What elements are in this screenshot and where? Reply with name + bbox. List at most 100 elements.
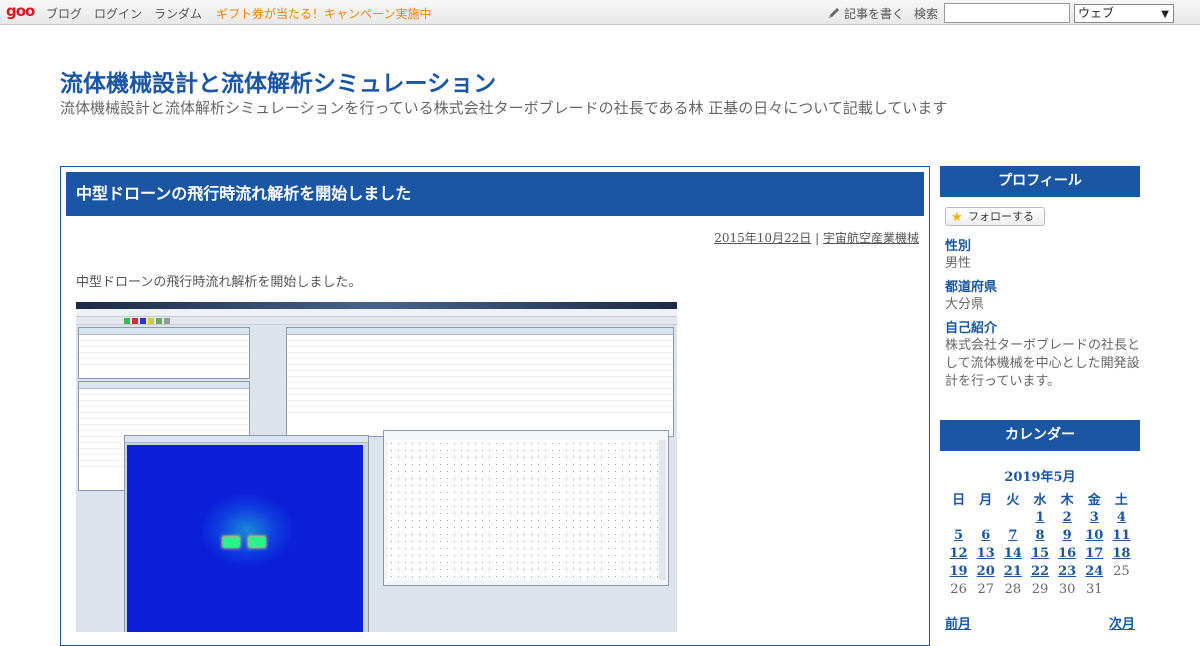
blog-title[interactable]: 流体機械設計と流体解析シミュレーション — [60, 64, 496, 98]
post-meta: 2015年10月22日 | 宇宙航空産業機械 — [714, 229, 919, 246]
profile-field-value: 株式会社ターボブレードの社長として流体機械を中心とした開発設計を行っています。 — [945, 338, 1141, 389]
calendar-day[interactable]: 13 — [972, 544, 999, 562]
nav-login-link[interactable]: ログイン — [94, 5, 142, 22]
calendar-day[interactable]: 14 — [999, 544, 1026, 562]
app-menubar — [76, 309, 677, 317]
calendar-empty-cell — [972, 508, 999, 526]
drone-rotor-right — [249, 537, 265, 547]
post-image[interactable] — [76, 302, 677, 632]
calendar-prev-link[interactable]: 前月 — [945, 613, 971, 632]
calendar-heading: カレンダー — [940, 420, 1140, 451]
calendar-day[interactable]: 2 — [1054, 508, 1081, 526]
calendar-day[interactable]: 7 — [999, 526, 1026, 544]
vector-plot-area — [388, 440, 658, 580]
calendar-weekday: 日 — [952, 492, 966, 508]
toolbar-icon — [132, 318, 138, 324]
goo-logo[interactable]: goo — [6, 2, 35, 20]
vector-plot-scrollbar — [659, 440, 666, 580]
calendar-day[interactable]: 5 — [945, 526, 972, 544]
monitor-panel — [286, 327, 674, 437]
top-right-tools: 記事を書く 検索 ウェブ ▼ — [827, 3, 1174, 23]
calendar-day[interactable]: 1 — [1026, 508, 1053, 526]
promo-link[interactable]: ギフト券が当たる！キャンペーン実施中 — [216, 5, 431, 22]
follow-label: フォローする — [968, 210, 1034, 223]
calendar-day[interactable]: 20 — [972, 562, 999, 580]
calendar-empty-cell — [999, 508, 1026, 526]
calendar-day[interactable]: 4 — [1108, 508, 1135, 526]
calendar-empty-cell — [1108, 580, 1135, 598]
calendar-weekday: 木 — [1060, 492, 1074, 508]
toolbar-icon — [140, 318, 146, 324]
profile-field-label: 自己紹介 — [945, 321, 998, 336]
toolbar-icon — [164, 318, 170, 324]
calendar-day: 27 — [977, 581, 994, 597]
pencil-icon — [828, 8, 839, 18]
calendar-weekday: 月 — [979, 492, 993, 508]
blog-description: 流体機械設計と流体解析シミュレーションを行っている株式会社ターボブレードの社長で… — [60, 99, 948, 117]
calendar-day[interactable]: 19 — [945, 562, 972, 580]
meta-separator: | — [811, 231, 823, 245]
app-titlebar — [76, 302, 677, 309]
calendar-day[interactable]: 6 — [972, 526, 999, 544]
post-article: 中型ドローンの飛行時流れ解析を開始しました 2015年10月22日 | 宇宙航空… — [60, 166, 930, 646]
calendar-day[interactable]: 22 — [1026, 562, 1053, 580]
vector-plot-window — [383, 430, 669, 586]
calendar-day[interactable]: 16 — [1054, 544, 1081, 562]
calendar-day[interactable]: 10 — [1081, 526, 1108, 544]
calendar-day: 26 — [950, 581, 967, 597]
profile-field-prefecture: 都道府県 大分県 — [945, 276, 1140, 314]
calendar-day: 31 — [1086, 581, 1103, 597]
profile-field-value: 男性 — [945, 256, 972, 271]
calendar-day: 29 — [1031, 581, 1049, 597]
toolbar-icon — [156, 318, 162, 324]
search-scope-select[interactable]: ウェブ ▼ — [1074, 3, 1174, 23]
post-date-link[interactable]: 2015年10月22日 — [714, 231, 811, 245]
nav-random-link[interactable]: ランダム — [154, 5, 202, 22]
calendar-weekday: 火 — [1006, 492, 1020, 508]
profile-field-label: 都道府県 — [945, 280, 998, 295]
profile-field-intro: 自己紹介 株式会社ターボブレードの社長として流体機械を中心とした開発設計を行って… — [945, 317, 1140, 391]
profile-field-gender: 性別 男性 — [945, 235, 1140, 273]
top-nav: ブログ ログイン ランダム ギフト券が当たる！キャンペーン実施中 — [46, 5, 443, 22]
top-bar: goo ブログ ログイン ランダム ギフト券が当たる！キャンペーン実施中 記事を… — [0, 0, 1200, 25]
drone-rotor-left — [223, 537, 239, 547]
calendar-day[interactable]: 21 — [999, 562, 1026, 580]
calendar-day[interactable]: 11 — [1108, 526, 1135, 544]
calendar-day[interactable]: 24 — [1081, 562, 1108, 580]
write-article-link[interactable]: 記事を書く — [844, 5, 904, 22]
calendar-day: 30 — [1058, 581, 1076, 597]
calendar-day[interactable]: 3 — [1081, 508, 1108, 526]
post-category-link[interactable]: 宇宙航空産業機械 — [823, 231, 919, 245]
post-title[interactable]: 中型ドローンの飛行時流れ解析を開始しました — [66, 172, 924, 216]
profile-field-label: 性別 — [945, 239, 972, 254]
calendar-empty-cell — [945, 508, 972, 526]
velocity-contour-plot — [127, 445, 363, 632]
calendar-day[interactable]: 8 — [1026, 526, 1053, 544]
calendar-day[interactable]: 12 — [945, 544, 972, 562]
calendar-weekday: 金 — [1087, 492, 1101, 508]
search-label: 検索 — [913, 6, 938, 21]
post-body-text: 中型ドローンの飛行時流れ解析を開始しました。 — [76, 275, 362, 290]
star-icon: ★ — [951, 210, 963, 225]
calendar-day: 25 — [1113, 563, 1130, 579]
calendar-weekday: 水 — [1033, 492, 1047, 508]
calendar-day[interactable]: 18 — [1108, 544, 1135, 562]
search-input[interactable] — [944, 3, 1070, 23]
calendar-day[interactable]: 15 — [1026, 544, 1053, 562]
calendar-day[interactable]: 23 — [1054, 562, 1081, 580]
calendar-weekday: 土 — [1114, 492, 1128, 508]
nav-blog-link[interactable]: ブログ — [46, 5, 82, 22]
profile-heading: プロフィール — [940, 166, 1140, 197]
calendar-day[interactable]: 17 — [1081, 544, 1108, 562]
calendar-month: 2019年5月 — [1004, 470, 1076, 485]
follow-button[interactable]: ★ フォローする — [945, 207, 1045, 226]
calendar-next-link[interactable]: 次月 — [1109, 613, 1135, 632]
profile-field-value: 大分県 — [945, 297, 985, 312]
calendar-day[interactable]: 9 — [1054, 526, 1081, 544]
calendar-day: 28 — [1004, 581, 1022, 597]
toolbar-icon — [124, 318, 130, 324]
log-panel — [78, 327, 250, 379]
toolbar-icon — [148, 318, 154, 324]
calendar-table: 日月火水木金土 1 2 3 4 5 6 7 8 9 10 11 12 13 14 15 16 17 18 19 20 21… — [945, 488, 1135, 598]
search-scope-value: ウェブ — [1078, 5, 1115, 20]
